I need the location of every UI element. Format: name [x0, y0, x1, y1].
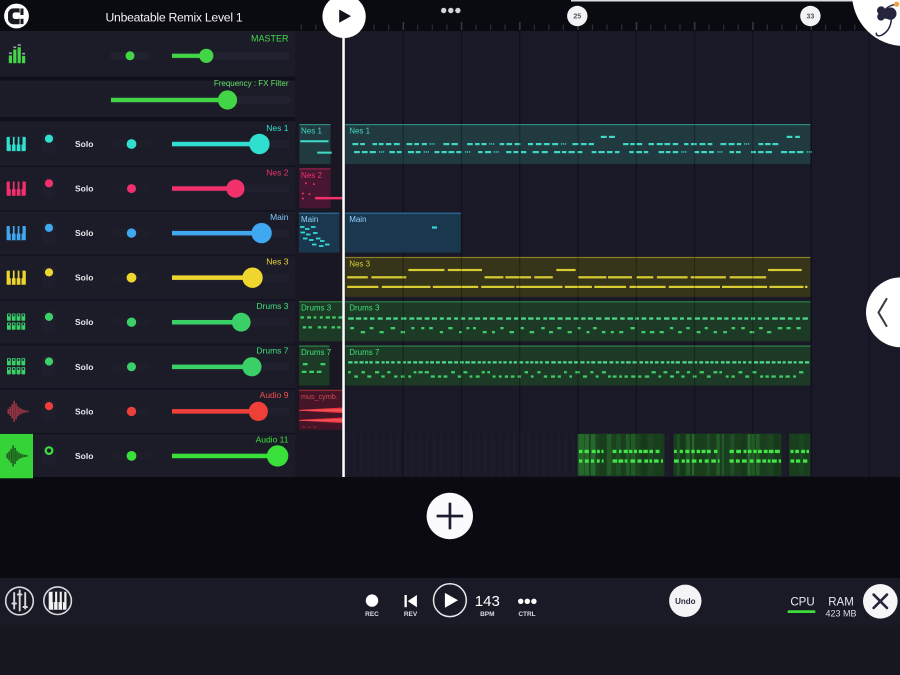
svg-text:Nes 2: Nes 2	[266, 167, 288, 177]
svg-text:Nes 3: Nes 3	[266, 257, 288, 267]
svg-text:Solo: Solo	[75, 451, 93, 461]
svg-text:Nes 2: Nes 2	[301, 171, 322, 180]
svg-text:Solo: Solo	[75, 362, 93, 372]
svg-text:Nes 1: Nes 1	[349, 127, 370, 136]
svg-text:CPU: CPU	[790, 596, 814, 608]
svg-text:RAM: RAM	[828, 596, 854, 608]
svg-text:Nes 1: Nes 1	[301, 127, 322, 136]
svg-text:Frequency : FX Filter: Frequency : FX Filter	[214, 79, 289, 88]
svg-text:Solo: Solo	[75, 184, 93, 194]
svg-text:Main: Main	[349, 215, 366, 224]
svg-text:Drums 3: Drums 3	[256, 301, 288, 311]
svg-text:Unbeatable Remix Level 1: Unbeatable Remix Level 1	[106, 10, 243, 24]
svg-text:Nes 3: Nes 3	[349, 259, 370, 268]
svg-text:Undo: Undo	[675, 597, 696, 606]
svg-text:25: 25	[573, 14, 581, 21]
svg-text:Drums 3: Drums 3	[301, 304, 332, 313]
svg-text:Main: Main	[270, 212, 289, 222]
svg-text:Solo: Solo	[75, 273, 93, 283]
svg-text:143: 143	[475, 593, 500, 610]
svg-text:Drums 7: Drums 7	[301, 348, 332, 357]
svg-text:Audio 9: Audio 9	[260, 390, 289, 400]
svg-text:Solo: Solo	[75, 317, 93, 327]
svg-text:mus_cymb.: mus_cymb.	[301, 392, 338, 401]
svg-text:Drums 7: Drums 7	[349, 348, 380, 357]
svg-text:33: 33	[807, 14, 815, 21]
svg-text:Solo: Solo	[75, 406, 93, 416]
svg-text:REC: REC	[365, 611, 379, 618]
svg-text:Main: Main	[301, 215, 318, 224]
svg-text:Nes 1: Nes 1	[266, 123, 288, 133]
svg-text:Drums 3: Drums 3	[349, 304, 380, 313]
svg-text:CTRL: CTRL	[518, 611, 535, 618]
svg-text:MASTER: MASTER	[251, 34, 289, 44]
svg-text:BPM: BPM	[480, 611, 494, 618]
svg-text:Solo: Solo	[75, 139, 93, 149]
svg-text:Audio 11: Audio 11	[256, 435, 289, 445]
svg-text:Drums 7: Drums 7	[256, 346, 288, 356]
svg-text:423 MB: 423 MB	[825, 608, 856, 618]
svg-text:REV: REV	[404, 611, 418, 618]
svg-text:Solo: Solo	[75, 228, 93, 238]
